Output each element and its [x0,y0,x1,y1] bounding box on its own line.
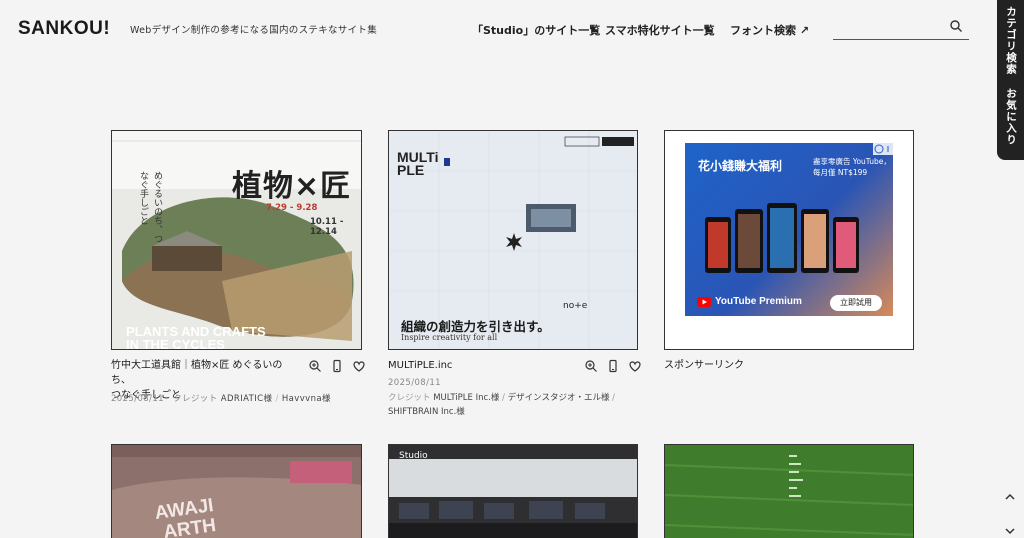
thumb-vertical-text: めぐるいのち、つなぐ手しごと [138,171,162,243]
side-tab: カテゴリ検索 お気に入り [997,0,1024,160]
nav-font-search[interactable]: フォント検索 ↗ [730,22,809,38]
card-actions [584,359,642,373]
card-title[interactable]: MULTiPLE.inc [388,358,452,373]
thumb-heading: AWAJI ARTH [153,495,218,538]
thumb-sub: Inspire creativity for all [401,333,498,342]
card-date: 2025/08/11 クレジット ADRIATIC様 / Havvvna様 [111,394,331,404]
ad-choices-icon[interactable] [873,143,895,155]
site-tagline: Webデザイン制作の参考になる国内のステキなサイト集 [130,25,378,36]
search-box [833,14,969,40]
ad-brand: YouTube Premium [697,296,802,307]
site-thumbnail[interactable]: AWAJI ARTH [111,444,362,538]
card-actions [308,359,366,373]
credit-link[interactable]: ADRIATIC様 [221,394,273,404]
ad-phones-illustration [705,203,859,273]
category-search-tab[interactable]: カテゴリ検索 [1004,6,1019,75]
thumb-heading: 植物×匠 [232,169,352,204]
card-title-line1[interactable]: 竹中大工道具館｜植物×匠 めぐるいのち、 [111,358,301,388]
ad-cta-button[interactable]: 立即試用 [830,295,882,311]
thumb-caption-line2: IN THE CYCLES [126,337,225,350]
heart-icon[interactable] [628,359,642,373]
sponsored-label: スポンサーリンク [664,360,744,371]
site-thumbnail[interactable]: Studio [388,444,638,538]
card-credits: クレジット MULTiPLE Inc.様 / デザインスタジオ・エル様 / SH… [388,393,616,417]
credit-label: クレジット [388,393,431,403]
heart-icon[interactable] [352,359,366,373]
zoom-icon[interactable] [308,359,322,373]
credit-link[interactable]: デザインスタジオ・エル様 [508,393,610,403]
scroll-down-icon[interactable] [1003,524,1017,538]
ad-offer-line2: 每月僅 NT$199 [813,168,868,177]
thumb-note: no+e [563,301,588,311]
ad-headline: 花小錢賺大福利 [698,159,783,173]
credit-link[interactable]: MULTiPLE Inc.様 [433,393,499,403]
thumb-caption: PLANTS AND CRAFTS IN THE CYCLES [126,325,266,350]
youtube-logo-icon [697,296,711,307]
card-date: 2025/08/11 [388,378,441,388]
favorites-tab[interactable]: お気に入り [1004,88,1019,146]
ad-offer: 盡享零廣告 YouTube， 每月僅 NT$199 [813,156,891,178]
ad-brand-text: YouTube Premium [715,296,802,307]
thumb-dates-2: 10.11 - 12.14 [310,217,344,237]
site-thumbnail[interactable]: 植物×匠 めぐるいのち、つなぐ手しごと 7.29 - 9.28 10.11 - … [111,130,362,350]
scroll-up-icon[interactable] [1003,490,1017,504]
zoom-icon[interactable] [584,359,598,373]
card-date-text: 2025/08/11 [111,394,164,404]
thumbnail-art [665,445,913,538]
search-input[interactable] [833,14,943,38]
thumb-logo: MULTi PLE [397,150,438,178]
ad-banner[interactable]: 花小錢賺大福利 盡享零廣告 YouTube， 每月僅 NT$199 YouTub… [685,143,893,316]
mobile-view-icon[interactable] [606,359,620,373]
nav-studio-sites[interactable]: 「Studio」のサイト一覧 [472,22,600,38]
ad-container: 花小錢賺大福利 盡享零廣告 YouTube， 每月僅 NT$199 YouTub… [664,130,914,350]
thumb-logo: Studio [399,451,428,461]
ad-offer-line1: 盡享零廣告 YouTube， [813,157,891,166]
site-thumbnail[interactable] [664,444,914,538]
credit-link[interactable]: SHIFTBRAIN Inc.様 [388,407,465,417]
nav-mobile-sites[interactable]: スマホ特化サイト一覧 [605,22,715,38]
credit-link[interactable]: Havvvna様 [282,394,331,404]
thumb-logo-line2: PLE [397,162,425,178]
site-logo[interactable]: SANKOU! [18,18,110,40]
thumb-dates-1: 7.29 - 9.28 [266,203,318,213]
site-thumbnail[interactable]: MULTi PLE 組織の創造力を引き出す。 Inspire creativit… [388,130,638,350]
credit-label: クレジット [173,394,218,404]
thumbnail-art [112,445,361,538]
search-icon[interactable] [949,19,963,33]
mobile-view-icon[interactable] [330,359,344,373]
